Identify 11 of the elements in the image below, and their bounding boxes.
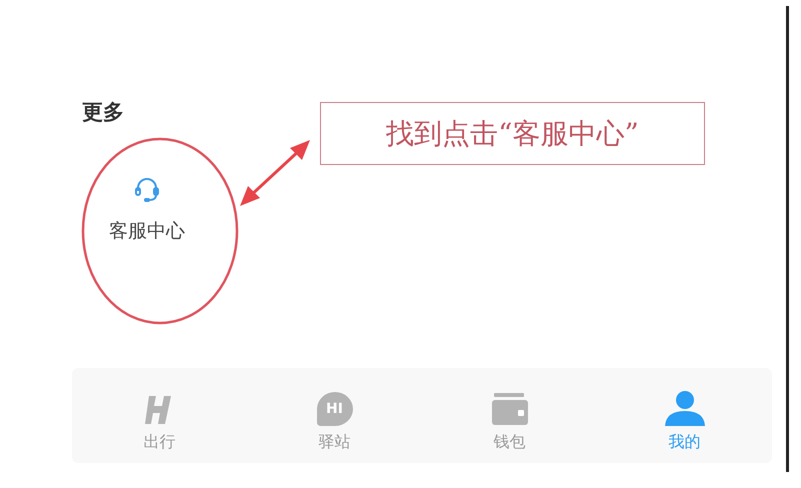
tab[interactable]: HI 驿站	[247, 368, 422, 463]
headset-icon	[134, 176, 160, 204]
service-label[interactable]: 客服中心	[109, 218, 185, 244]
tab[interactable]: 钱包	[422, 368, 597, 463]
chat-bubble-icon: HI	[316, 392, 352, 426]
tab[interactable]: 出行	[72, 368, 247, 463]
annotation-callout: 找到点击“客服中心”	[320, 102, 705, 165]
person-icon	[664, 390, 706, 426]
section-title: 更多	[82, 99, 124, 126]
wallet-icon	[490, 392, 530, 426]
tab[interactable]: 我的	[597, 368, 772, 463]
